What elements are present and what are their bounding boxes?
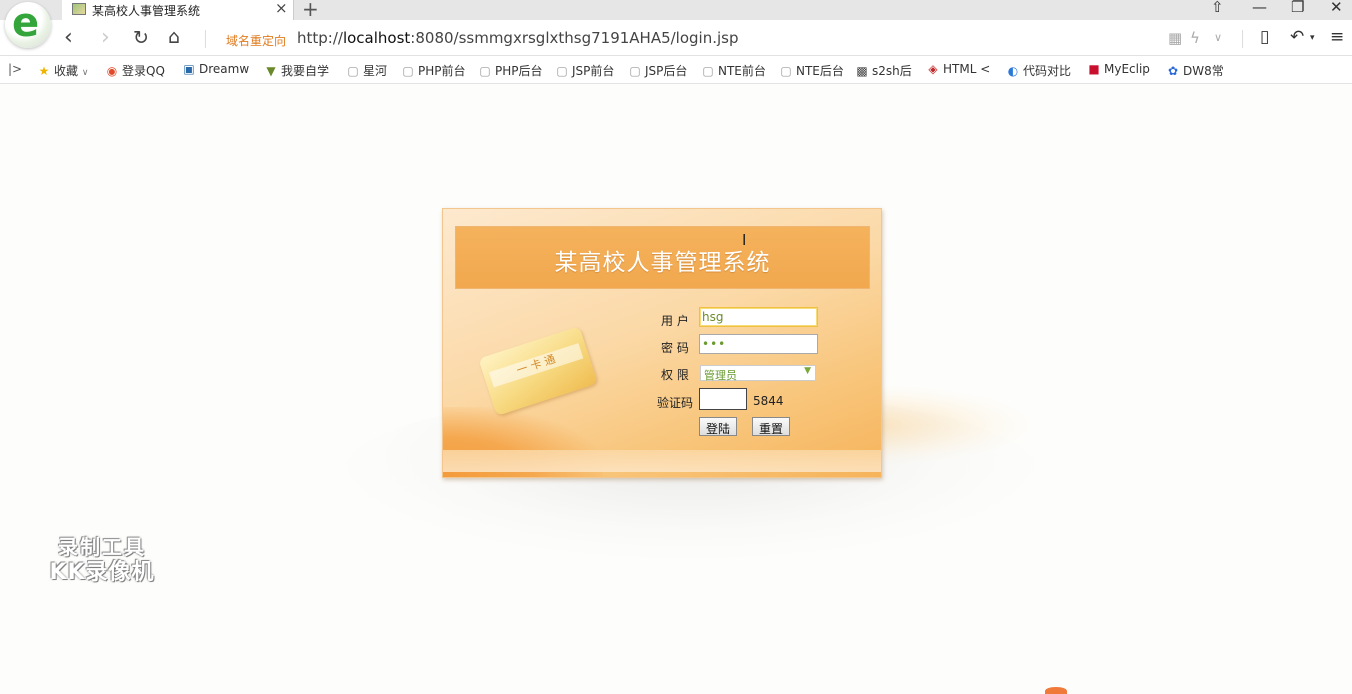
- browser-tab[interactable]: 某高校人事管理系统 ×: [62, 0, 294, 20]
- myeclipse-icon: ■: [1088, 62, 1100, 76]
- dropdown-arrow-icon: ▼: [804, 366, 811, 376]
- separator: [1242, 30, 1243, 48]
- bookmark-item[interactable]: ✿ DW8常: [1166, 62, 1224, 79]
- captcha-input[interactable]: [699, 388, 747, 410]
- undo-dropdown-icon[interactable]: ▾: [1310, 33, 1315, 43]
- reader-icon[interactable]: ▯: [1260, 27, 1269, 47]
- system-title: 某高校人事管理系统: [554, 250, 771, 276]
- card-illustration: 一 卡 通: [478, 326, 598, 416]
- page-icon: ▢: [402, 64, 414, 78]
- watermark-line-2: KK录像机: [49, 560, 155, 585]
- forward-icon[interactable]: ›: [101, 25, 110, 50]
- login-header: 某高校人事管理系统: [455, 226, 870, 289]
- url-host: localhost: [342, 29, 411, 47]
- dreamweaver-icon: ▣: [183, 62, 195, 76]
- compare-icon: ◐: [1007, 64, 1019, 78]
- url-prefix: http://: [297, 29, 343, 47]
- reset-button[interactable]: 重置: [752, 417, 790, 436]
- undo-icon[interactable]: ↶: [1290, 27, 1304, 47]
- home-icon[interactable]: ⌂: [168, 26, 180, 48]
- page-icon: ▢: [629, 64, 641, 78]
- page-icon: ▢: [780, 64, 792, 78]
- recorder-watermark: 录制工具 KK录像机: [32, 534, 172, 586]
- bookmark-item[interactable]: ▢ PHP后台: [478, 62, 542, 79]
- close-tab-icon[interactable]: ×: [275, 0, 288, 17]
- page-content: 某高校人事管理系统 一 卡 通 用 户 hsg 密 码 ••• 权 限 管理员 …: [0, 85, 1352, 694]
- bookmark-item[interactable]: ◈ HTML <: [926, 62, 990, 76]
- browser-icon: ◉: [106, 64, 118, 78]
- page-icon: ▢: [702, 64, 714, 78]
- page-icon: ▢: [479, 64, 491, 78]
- card-text: 一 卡 通: [514, 352, 558, 378]
- bookmark-item[interactable]: ▼ 我要自学: [264, 62, 329, 79]
- username-label: 用 户: [661, 314, 689, 328]
- lightning-icon[interactable]: ϟ: [1190, 29, 1200, 47]
- bookmark-item[interactable]: ◐ 代码对比: [1006, 62, 1071, 79]
- login-button[interactable]: 登陆: [699, 417, 737, 436]
- decorative-band: [443, 450, 881, 472]
- paw-icon: ✿: [1167, 64, 1179, 78]
- bookmark-item[interactable]: ▢ NTE前台: [701, 62, 766, 79]
- bookmark-item[interactable]: ▢ NTE后台: [779, 62, 844, 79]
- address-bar: ‹ › ↻ ⌂ 域名重定向 http://localhost:8080/ssmm…: [0, 20, 1352, 56]
- chevron-down-icon[interactable]: ∨: [1214, 31, 1222, 44]
- restore-icon[interactable]: ❐: [1291, 0, 1304, 16]
- redirect-label[interactable]: 域名重定向: [226, 32, 286, 49]
- username-input[interactable]: hsg: [699, 307, 818, 327]
- bookmark-favorites[interactable]: ★ 收藏 ∨: [37, 62, 89, 79]
- tab-bar: 某高校人事管理系统 × + ⇧ — ❐ ✕: [0, 0, 1352, 21]
- password-input[interactable]: •••: [699, 334, 818, 354]
- text-cursor-icon: I: [742, 231, 747, 249]
- decorative-shape: [1045, 687, 1067, 694]
- bookmark-item[interactable]: ◉ 登录QQ: [105, 62, 165, 79]
- page-icon: ▢: [556, 64, 568, 78]
- password-label: 密 码: [661, 341, 689, 355]
- bookmark-item[interactable]: ▩ s2sh后: [855, 62, 911, 79]
- page-favicon-icon: [72, 3, 86, 15]
- captcha-label: 验证码: [657, 396, 694, 410]
- role-label: 权 限: [661, 368, 689, 382]
- bookmark-item[interactable]: ▢ 星河: [346, 62, 387, 79]
- role-selected-value: 管理员: [704, 369, 737, 382]
- refresh-icon[interactable]: ↻: [133, 27, 149, 49]
- close-window-icon[interactable]: ✕: [1330, 0, 1343, 16]
- bookmark-item[interactable]: ▢ PHP前台: [401, 62, 465, 79]
- minimize-icon[interactable]: —: [1252, 0, 1267, 16]
- url-input[interactable]: http://localhost:8080/ssmmgxrsglxthsg719…: [297, 29, 739, 47]
- book-icon: ▼: [266, 64, 276, 78]
- html-icon: ◈: [928, 62, 938, 76]
- qr-code-icon[interactable]: ▦: [1168, 29, 1182, 47]
- new-tab-button[interactable]: +: [302, 0, 319, 21]
- image-icon: ▩: [856, 64, 868, 78]
- bookmark-item[interactable]: ▢ JSP前台: [555, 62, 614, 79]
- captcha-code[interactable]: 5844: [753, 394, 784, 408]
- star-icon: ★: [38, 64, 50, 78]
- watermark-line-1: 录制工具: [58, 535, 146, 559]
- page-icon: ▢: [347, 64, 359, 78]
- browser-logo-icon[interactable]: e: [5, 0, 51, 48]
- bookmarks-bar: |> ★ 收藏 ∨ ◉ 登录QQ ▣ Dreamw ▼ 我要自学 ▢ 星河 ▢ PHP前台 …: [0, 56, 1352, 84]
- tab-title: 某高校人事管理系统: [92, 4, 201, 18]
- shirt-skin-icon[interactable]: ⇧: [1211, 0, 1224, 16]
- chevron-down-icon: ∨: [81, 68, 89, 78]
- role-select[interactable]: 管理员 ▼: [700, 365, 816, 382]
- bookmark-item[interactable]: ▢ JSP后台: [628, 62, 687, 79]
- login-form: 某高校人事管理系统 一 卡 通 用 户 hsg 密 码 ••• 权 限 管理员 …: [442, 208, 882, 478]
- menu-icon[interactable]: ≡: [1330, 27, 1344, 47]
- bookmark-item[interactable]: ■ MyEclip: [1087, 62, 1150, 76]
- sidebar-toggle-icon[interactable]: |>: [8, 62, 22, 76]
- bookmark-item[interactable]: ▣ Dreamw: [182, 62, 249, 76]
- back-icon[interactable]: ‹: [64, 25, 73, 50]
- separator: [205, 30, 206, 48]
- url-rest: :8080/ssmmgxrsglxthsg7191AHA5/login.jsp: [410, 29, 739, 47]
